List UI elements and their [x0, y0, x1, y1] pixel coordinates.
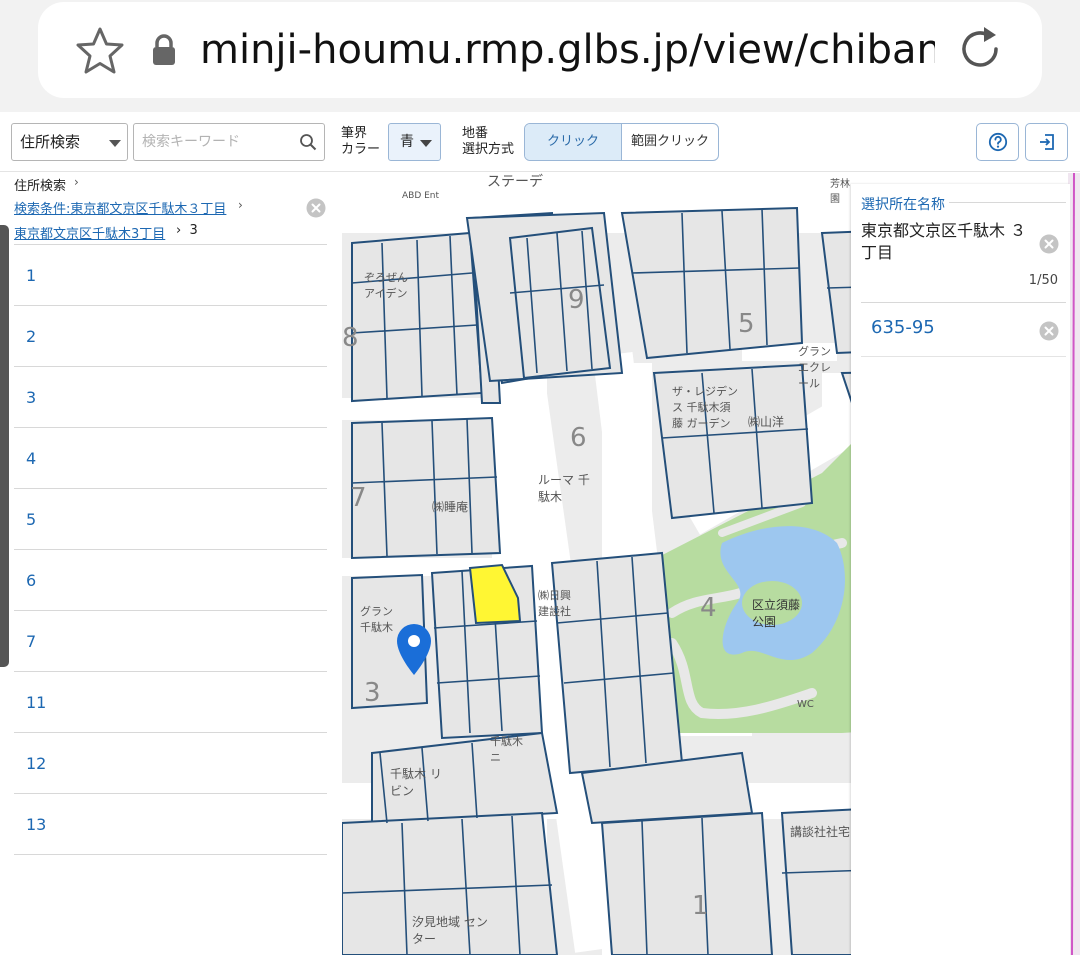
breadcrumb-root[interactable]: 住所検索 [14, 175, 66, 194]
block-list: 1 2 3 4 5 6 7 11 12 13 [14, 244, 327, 855]
divider [861, 302, 1066, 303]
selection-mode-toggle: クリック 範囲クリック [524, 123, 719, 161]
logout-button[interactable] [1025, 123, 1068, 161]
url-text[interactable]: minji-houmu.rmp.glbs.jp/view/chiban_ [200, 22, 935, 78]
panel-title: 選択所在名称 [861, 194, 949, 214]
map-label: 千駄木ニ [490, 735, 523, 764]
map-label: 7 [350, 483, 367, 513]
map-label: グランエクレール [798, 345, 831, 390]
list-item[interactable]: 4 [14, 428, 327, 489]
map-label: WC [797, 699, 814, 710]
list-item[interactable]: 12 [14, 733, 327, 794]
list-item[interactable]: 3 [14, 367, 327, 428]
map-label: 千駄木 リビン [390, 767, 442, 798]
search-box [133, 123, 325, 161]
breadcrumb-search-condition[interactable]: 検索条件:東京都文京区千駄木３丁目 [14, 198, 226, 217]
clear-icon[interactable] [1039, 234, 1059, 254]
breadcrumb-area[interactable]: 東京都文京区千駄木3丁目 [14, 223, 165, 242]
browser-address-bar: minji-houmu.rmp.glbs.jp/view/chiban_ [0, 0, 1080, 112]
list-item[interactable]: 2 [14, 306, 327, 367]
selection-count: 1/50 [1028, 273, 1058, 288]
search-icon[interactable] [299, 133, 317, 151]
map-label: 9 [568, 285, 585, 315]
map-label: 6 [570, 423, 587, 453]
list-item[interactable]: 13 [14, 794, 327, 855]
map-label: ステーデ [487, 174, 543, 190]
map-label: 8 [342, 323, 359, 353]
reload-icon[interactable] [954, 23, 1006, 75]
logout-icon [1040, 134, 1054, 150]
panel-drag-handle[interactable] [0, 225, 9, 667]
map-label: ルーマ 千駄木 [538, 473, 590, 504]
map-label: 芳林園 [830, 179, 850, 205]
map-label: ABD Ent [402, 191, 440, 201]
help-icon [988, 132, 1008, 152]
breadcrumb-separator: › [74, 175, 79, 189]
map-label: 4 [700, 593, 717, 623]
selection-mode-label: 地番 選択方式 [462, 126, 515, 157]
map-label: ザ・レジデンス 千駄木須藤 ガーデン [672, 385, 738, 430]
lock-icon [153, 34, 175, 65]
map-label: 区立須藤 公園 [752, 598, 801, 629]
map-label: グラン 千駄木 [360, 605, 393, 634]
map-label: 汐見地域 センター [412, 915, 488, 946]
map-label: ㈱睡庵 [432, 500, 469, 514]
list-item[interactable]: 1 [14, 245, 327, 306]
selected-parcel-number[interactable]: 635-95 [871, 317, 935, 338]
border-color-select[interactable]: 青 [388, 123, 441, 161]
map-label: ㈱日興 建設社 [538, 589, 571, 618]
breadcrumb-current: › 3 [176, 223, 198, 238]
list-item[interactable]: 5 [14, 489, 327, 550]
selected-location-panel: 選択所在名称 東京都文京区千駄木 ３丁目 1/50 635-95 [851, 184, 1070, 955]
border-color-label: 筆界 カラー [341, 126, 381, 157]
map-label: 3 [364, 678, 381, 708]
result-list-panel: 住所検索 › 検索条件:東京都文京区千駄木３丁目 › 東京都文京区千駄木3丁目 … [0, 173, 342, 955]
clear-icon[interactable] [1039, 321, 1059, 341]
map-toolbar: 住所検索 筆界 カラー 青 地番 選択方式 クリック 範囲クリック [0, 112, 1080, 172]
map-label: ぞろぜん アイデン [364, 271, 408, 300]
map-label: 講談社社宅 [790, 825, 851, 839]
map-label: 1 [692, 891, 709, 921]
map-label: ㈱山洋 [748, 415, 785, 429]
search-input[interactable] [142, 124, 292, 160]
list-item[interactable]: 11 [14, 672, 327, 733]
breadcrumb-separator: › [238, 198, 243, 212]
chevron-down-icon [420, 140, 432, 147]
list-item[interactable]: 6 [14, 550, 327, 611]
selected-location-name: 東京都文京区千駄木 ３丁目 [861, 221, 1027, 262]
address-search-label: 住所検索 [20, 133, 81, 151]
list-item[interactable]: 7 [14, 611, 327, 672]
chevron-down-icon [109, 140, 121, 147]
map-label: 5 [738, 309, 755, 339]
star-icon[interactable] [74, 25, 126, 77]
border-color-value: 青 [400, 134, 414, 150]
mode-range-click-button[interactable]: 範囲クリック [622, 124, 718, 160]
help-button[interactable] [976, 123, 1019, 161]
divider [861, 356, 1066, 357]
mode-click-button[interactable]: クリック [525, 124, 622, 160]
address-search-select[interactable]: 住所検索 [11, 123, 128, 161]
clear-icon[interactable] [306, 198, 326, 218]
